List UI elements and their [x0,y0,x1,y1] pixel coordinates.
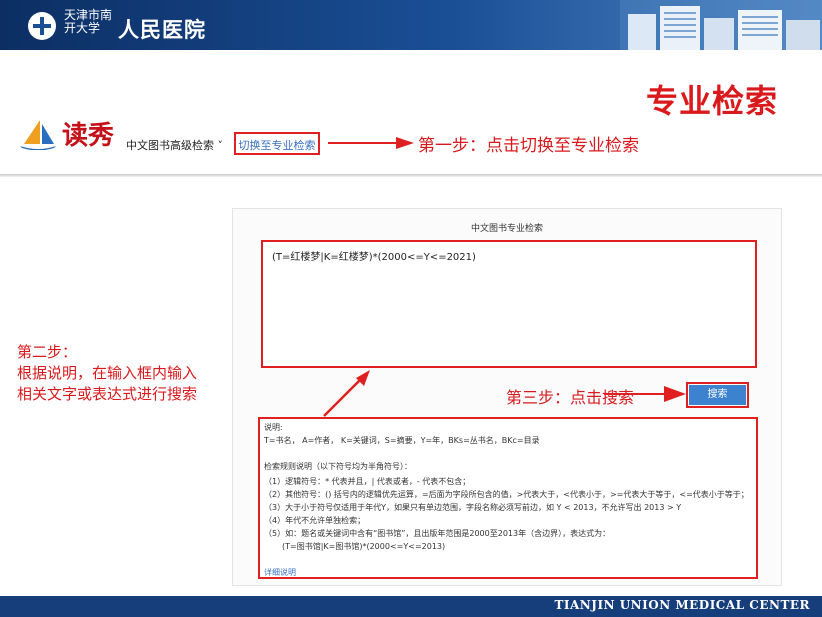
step2-instruction: 第二步： 根据说明，在输入框内输入 相关文字或表达式进行搜索 [17,342,247,405]
help-rule3: （3）大于小于符号仅适用于年代Y，如果只有单边范围，字段名称必须写前边，如 Y … [264,503,682,512]
duxiu-sail-logo-icon [20,120,56,150]
help-example: (T=图书馆|K=图书馆)*(2000<=Y<=2013) [282,542,446,551]
search-button[interactable]: 搜索 [689,385,746,405]
footer-text: TIANJIN UNION MEDICAL CENTER [554,598,810,612]
step2-line3: 相关文字或表达式进行搜索 [17,385,198,403]
section-divider [0,174,822,177]
hospital-name: 人民医院 [118,17,206,42]
hospital-cross-logo [28,12,56,40]
step2-line2: 根据说明，在输入框内输入 [17,364,198,382]
help-rule5: （5）如：题名或关键词中含有“图书馆”，且出版年范围是2000至2013年（含边… [264,529,611,538]
help-fields: T=书名， A=作者， K=关键词，S=摘要，Y=年，BKs=丛书名，BKc=目… [264,436,540,445]
help-rules-heading: 检索规则说明（以下符号均为半角符号）： [264,462,412,471]
hospital-building-icon [620,0,822,50]
switch-to-professional-search-link[interactable]: 切换至专业检索 [234,132,320,155]
step1-instruction: 第一步：点击切换至专业检索 [418,136,639,156]
search-mode-dropdown[interactable]: 中文图书高级检索 ˅ [126,137,223,153]
arrow-up-right-icon [323,370,370,417]
help-rule2: （2）其他符号：() 括号内的逻辑优先运算，=后面为字段所包含的值，>代表大于，… [264,490,749,499]
help-heading: 说明: [264,423,283,432]
hospital-name-small: 天津市南开大学 [64,8,113,35]
detailed-help-link[interactable]: 详细说明 [264,567,296,578]
help-rule1: （1）逻辑符号：* 代表并且，| 代表或者，- 代表不包含； [264,477,471,486]
panel-title: 中文图书专业检索 [470,224,543,234]
slide-title: 专业检索 [646,82,779,120]
arrow-right-icon [604,386,686,402]
query-input-value: (T=红楼梦|K=红楼梦)*(2000<=Y<=2021) [272,252,476,263]
help-rule4: （4）年代不允许单独检索； [264,516,366,525]
arrow-right-icon [328,137,414,149]
duxiu-brand-name: 读秀 [62,121,115,151]
step2-line1: 第二步： [17,343,78,361]
